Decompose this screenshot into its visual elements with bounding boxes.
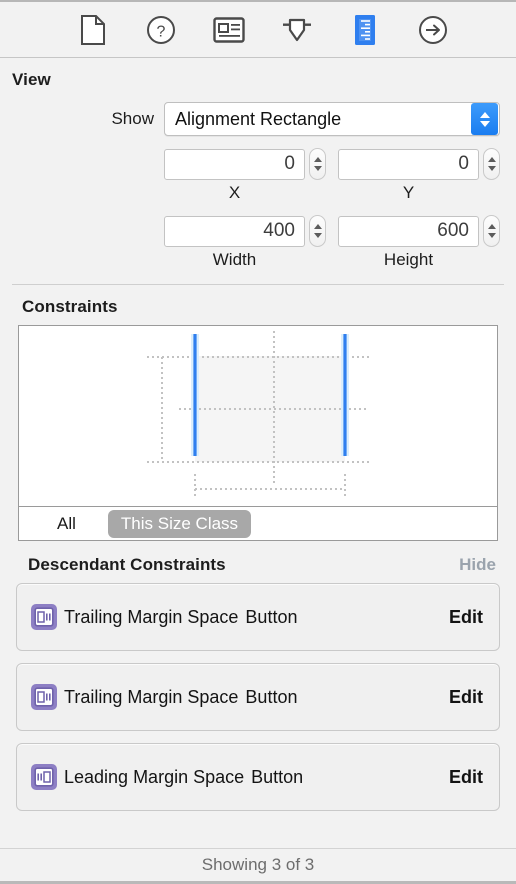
- question-mark-circle-glyph: ?: [147, 15, 175, 44]
- descendant-constraints-header: Descendant Constraints Hide: [0, 541, 516, 583]
- height-stepper[interactable]: [483, 215, 500, 247]
- size-inspector-panel: ? View Show Alignment Rectangle 0 X 0 Y …: [0, 0, 516, 884]
- scope-option-this-size-class[interactable]: This Size Class: [107, 509, 252, 538]
- x-field-group: 0 X: [164, 148, 326, 203]
- show-label: Show: [111, 109, 154, 128]
- id-card-glyph: [213, 16, 245, 43]
- size-inspector-icon[interactable]: [345, 11, 385, 49]
- width-input[interactable]: 400: [164, 215, 305, 247]
- edit-button[interactable]: Edit: [437, 767, 483, 788]
- x-stepper[interactable]: [309, 148, 326, 180]
- constraint-trailing-icon: [31, 684, 57, 710]
- width-label: Width: [212, 250, 257, 269]
- constraint-object: Button: [245, 606, 298, 627]
- constraints-title: Constraints: [22, 297, 118, 316]
- constraint-trailing-glyph: [34, 607, 54, 627]
- width-field-group: 400 Width: [164, 215, 326, 270]
- size-fields-row: 400 Width 600 Height: [0, 215, 516, 270]
- constraint-list-item[interactable]: Leading Margin Space Button Edit: [16, 743, 500, 811]
- attributes-inspector-icon[interactable]: [277, 11, 317, 49]
- status-bar: Showing 3 of 3: [0, 848, 516, 884]
- view-title: View: [12, 70, 51, 89]
- view-section-header: View: [0, 58, 516, 94]
- constraint-object: Button: [245, 686, 298, 707]
- ruler-glyph: [355, 14, 375, 45]
- edit-button[interactable]: Edit: [437, 687, 483, 708]
- file-inspector-glyph: [81, 14, 105, 45]
- constraint-relation: Trailing Margin Space: [64, 606, 239, 627]
- y-field-group: 0 Y: [338, 148, 500, 203]
- constraint-list-item[interactable]: Trailing Margin Space Button Edit: [16, 663, 500, 731]
- file-inspector-icon[interactable]: [73, 11, 113, 49]
- constraint-object: Button: [251, 766, 304, 787]
- identity-inspector-icon[interactable]: [209, 11, 249, 49]
- quick-help-icon[interactable]: ?: [141, 11, 181, 49]
- constraints-section-header: Constraints: [0, 285, 516, 325]
- svg-text:?: ?: [157, 23, 166, 40]
- constraint-leading-icon: [31, 764, 57, 790]
- y-stepper[interactable]: [483, 148, 500, 180]
- edit-button[interactable]: Edit: [437, 607, 483, 628]
- constraint-description: Trailing Margin Space Button: [64, 607, 437, 628]
- constraint-list-item[interactable]: Trailing Margin Space Button Edit: [16, 583, 500, 651]
- height-field-group: 600 Height: [338, 215, 500, 270]
- arrow-right-circle-glyph: [419, 15, 447, 44]
- constraint-relation: Trailing Margin Space: [64, 686, 239, 707]
- constraints-diagram[interactable]: [18, 325, 498, 507]
- constraint-scope-segmented-control: All This Size Class: [18, 507, 498, 541]
- width-stepper[interactable]: [309, 215, 326, 247]
- show-popup-button[interactable]: Alignment Rectangle: [164, 102, 500, 136]
- descendant-constraints-title: Descendant Constraints: [28, 555, 226, 574]
- connections-inspector-icon[interactable]: [413, 11, 453, 49]
- height-input[interactable]: 600: [338, 215, 479, 247]
- chevron-updown-icon: [471, 103, 498, 135]
- constraint-trailing-icon: [31, 604, 57, 630]
- hide-button[interactable]: Hide: [459, 555, 496, 575]
- x-label: X: [228, 183, 241, 202]
- constraint-description: Trailing Margin Space Button: [64, 687, 437, 708]
- y-label: Y: [402, 183, 415, 202]
- showing-count-label: Showing 3 of 3: [201, 855, 315, 874]
- inspector-body: View Show Alignment Rectangle 0 X 0 Y 40…: [0, 58, 516, 848]
- constraint-description: Leading Margin Space Button: [64, 767, 437, 788]
- show-popup-value: Alignment Rectangle: [175, 108, 342, 129]
- height-label: Height: [383, 250, 434, 269]
- x-input[interactable]: 0: [164, 148, 305, 180]
- position-fields-row: 0 X 0 Y: [0, 148, 516, 203]
- y-input[interactable]: 0: [338, 148, 479, 180]
- constraint-relation: Leading Margin Space: [64, 766, 245, 787]
- scope-option-all[interactable]: All: [45, 511, 88, 537]
- show-row: Show Alignment Rectangle: [0, 102, 516, 136]
- constraint-leading-glyph: [34, 767, 54, 787]
- constraint-trailing-glyph: [34, 687, 54, 707]
- constraint-diagram-canvas: [147, 331, 369, 498]
- inspector-toolbar: ?: [0, 0, 516, 58]
- slider-shield-glyph: [283, 18, 311, 41]
